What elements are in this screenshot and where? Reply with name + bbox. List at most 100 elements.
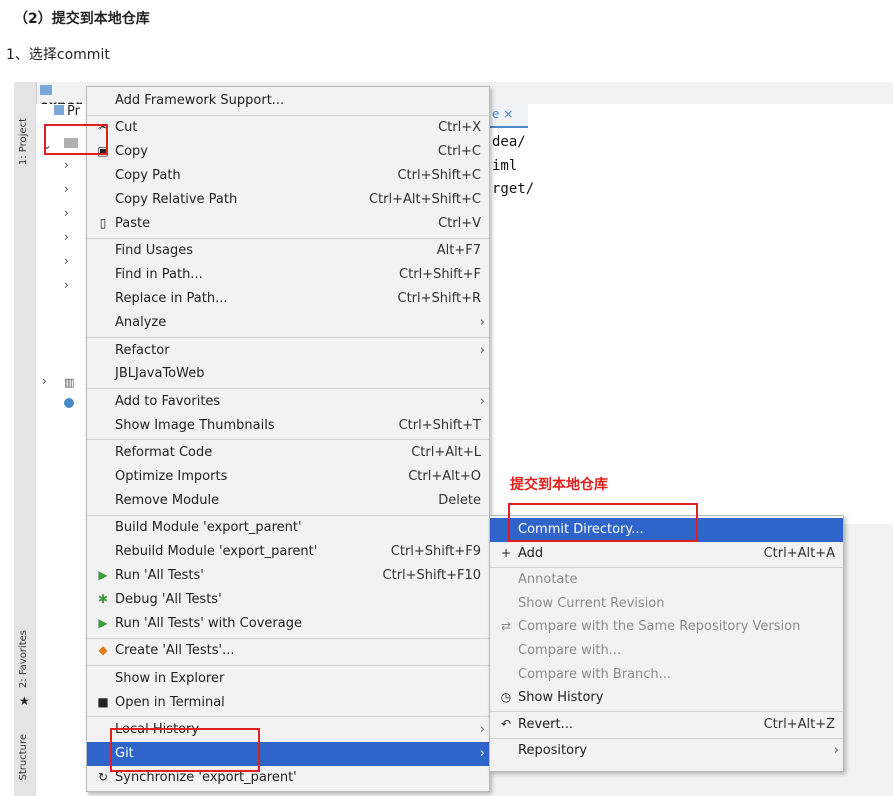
structure-tool-tab[interactable]: Structure bbox=[18, 734, 29, 781]
chevron-right-icon[interactable]: › bbox=[64, 182, 69, 196]
menu-item-label: Compare with Branch... bbox=[518, 666, 672, 682]
menu-item-shortcut: Ctrl+Alt+A bbox=[763, 545, 835, 561]
menu-item-shortcut: Ctrl+Shift+T bbox=[398, 417, 481, 433]
menu-item-label: Open in Terminal bbox=[115, 694, 225, 710]
menu-item-shortcut: Alt+F7 bbox=[436, 243, 481, 259]
menu-item-cut[interactable]: ✂ Cut Ctrl+X bbox=[87, 116, 489, 140]
tree-header: Pr bbox=[54, 104, 80, 119]
menu-item-label: Compare with the Same Repository Version bbox=[518, 619, 801, 635]
project-tool-tab[interactable]: 1: Project bbox=[18, 118, 29, 165]
favorites-tool-tab[interactable]: 2: Favorites bbox=[18, 630, 29, 688]
menu-item-add[interactable]: + Add Ctrl+Alt+A bbox=[490, 542, 843, 566]
run-icon: ▶ bbox=[98, 568, 108, 583]
chevron-right-icon: › bbox=[479, 722, 485, 737]
menu-item-label: Copy bbox=[115, 144, 148, 160]
menu-item-run-all-tests[interactable]: ▶ Run 'All Tests' Ctrl+Shift+F10 bbox=[87, 564, 489, 588]
context-menu: Add Framework Support... ✂ Cut Ctrl+X ▣ Copy C… bbox=[86, 86, 490, 792]
scratch-icon bbox=[64, 398, 74, 408]
menu-item-shortcut: Delete bbox=[438, 492, 481, 508]
menu-item-remove-module[interactable]: Remove Module Delete bbox=[87, 489, 489, 513]
terminal-icon: ■ bbox=[97, 694, 109, 709]
chevron-right-icon[interactable]: › bbox=[42, 374, 47, 388]
menu-item-create-all-tests[interactable]: ◆ Create 'All Tests'... bbox=[87, 639, 489, 663]
menu-item-shortcut: Ctrl+C bbox=[437, 144, 481, 160]
menu-item-shortcut: Ctrl+Shift+C bbox=[397, 168, 481, 184]
menu-item-compare-with-branch[interactable]: Compare with Branch... bbox=[490, 663, 843, 687]
menu-item-shortcut: Ctrl+X bbox=[438, 120, 481, 136]
chevron-right-icon: › bbox=[479, 315, 485, 331]
menu-item-label: Create 'All Tests'... bbox=[115, 643, 235, 659]
menu-item-shortcut: Ctrl+Alt+L bbox=[411, 445, 481, 461]
menu-item-label: Refactor bbox=[115, 342, 170, 358]
menu-item-add-to-favorites[interactable]: Add to Favorites › bbox=[87, 390, 489, 414]
project-tree: Pr ⌄ › › › › › › › ▥ bbox=[36, 104, 88, 796]
menu-item-add-framework-support[interactable]: Add Framework Support... bbox=[87, 89, 489, 113]
menu-item-label: Paste bbox=[115, 216, 151, 231]
highlight-box-git bbox=[110, 728, 260, 772]
menu-item-label: Replace in Path... bbox=[115, 291, 228, 307]
menu-item-build-module-export-parent[interactable]: Build Module 'export_parent' bbox=[87, 516, 489, 540]
menu-item-show-history[interactable]: ◷ Show History bbox=[490, 686, 843, 710]
menu-item-copy[interactable]: ▣ Copy Ctrl+C bbox=[87, 140, 489, 164]
menu-item-revert[interactable]: ↶ Revert... Ctrl+Alt+Z bbox=[490, 713, 843, 737]
menu-item-shortcut: Ctrl+Shift+F10 bbox=[382, 568, 481, 584]
menu-item-analyze[interactable]: Analyze › bbox=[87, 311, 489, 335]
menu-item-label: Find in Path... bbox=[115, 267, 203, 283]
editor-area[interactable] bbox=[488, 104, 893, 524]
menu-item-shortcut: Ctrl+Shift+F9 bbox=[390, 544, 481, 560]
menu-item-reformat-code[interactable]: Reformat Code Ctrl+Alt+L bbox=[87, 441, 489, 465]
editor-line: iml bbox=[492, 158, 518, 174]
chevron-right-icon[interactable]: › bbox=[64, 206, 69, 220]
doc-step: 1、选择commit bbox=[6, 47, 110, 63]
chevron-right-icon[interactable]: › bbox=[64, 230, 69, 244]
menu-item-run-all-tests-with-coverage[interactable]: ▶ Run 'All Tests' with Coverage bbox=[87, 612, 489, 636]
menu-item-repository[interactable]: Repository › bbox=[490, 739, 843, 763]
menu-item-show-image-thumbnails[interactable]: Show Image Thumbnails Ctrl+Shift+T bbox=[87, 414, 489, 438]
menu-item-rebuild-module-export-parent[interactable]: Rebuild Module 'export_parent' Ctrl+Shift… bbox=[87, 540, 489, 564]
menu-item-debug-all-tests[interactable]: ✱ Debug 'All Tests' bbox=[87, 588, 489, 612]
menu-item-open-in-terminal[interactable]: ■ Open in Terminal bbox=[87, 691, 489, 715]
star-icon: ★ bbox=[19, 694, 30, 708]
menu-item-label: Show History bbox=[518, 690, 604, 706]
library-icon: ▥ bbox=[64, 376, 75, 389]
chevron-right-icon[interactable]: › bbox=[64, 158, 69, 172]
editor-line: rget/ bbox=[492, 181, 535, 197]
menu-item-optimize-imports[interactable]: Optimize Imports Ctrl+Alt+O bbox=[87, 465, 489, 489]
menu-item-label: JBLJavaToWeb bbox=[115, 366, 205, 382]
debug-icon: ✱ bbox=[97, 592, 109, 606]
chevron-right-icon[interactable]: › bbox=[64, 254, 69, 268]
editor-tab[interactable]: e × bbox=[488, 104, 528, 128]
menu-item-compare-with[interactable]: Compare with... bbox=[490, 639, 843, 663]
menu-item-find-in-path[interactable]: Find in Path... Ctrl+Shift+F bbox=[87, 263, 489, 287]
menu-item-shortcut: Ctrl+Alt+Shift+C bbox=[368, 192, 481, 208]
menu-item-label: Add bbox=[518, 545, 544, 561]
menu-item-label: Remove Module bbox=[115, 492, 220, 508]
menu-item-show-current-revision[interactable]: Show Current Revision bbox=[490, 592, 843, 616]
menu-item-paste[interactable]: ▯ Paste Ctrl+V bbox=[87, 212, 489, 236]
highlight-box-project bbox=[44, 124, 108, 155]
menu-item-label: Reformat Code bbox=[115, 445, 213, 461]
menu-item-find-usages[interactable]: Find Usages Alt+F7 bbox=[87, 239, 489, 263]
history-icon: ◷ bbox=[500, 690, 512, 705]
menu-item-shortcut: Ctrl+Shift+R bbox=[397, 291, 482, 307]
menu-item-annotate[interactable]: Annotate bbox=[490, 568, 843, 592]
menu-item-refactor[interactable]: Refactor › bbox=[87, 339, 489, 363]
left-tool-strip: 1: Project 2: Favorites ★ Structure bbox=[14, 82, 37, 796]
menu-item-copy-relative-path[interactable]: Copy Relative Path Ctrl+Alt+Shift+C bbox=[87, 188, 489, 212]
menu-item-copy-path[interactable]: Copy Path Ctrl+Shift+C bbox=[87, 164, 489, 188]
chevron-right-icon[interactable]: › bbox=[64, 278, 69, 292]
sync-icon: ↻ bbox=[97, 769, 109, 784]
menu-item-label: Revert... bbox=[518, 716, 573, 732]
menu-item-show-in-explorer[interactable]: Show in Explorer bbox=[87, 667, 489, 691]
menu-item-shortcut: Ctrl+V bbox=[438, 216, 481, 231]
menu-item-replace-in-path[interactable]: Replace in Path... Ctrl+Shift+R bbox=[87, 287, 489, 311]
menu-item-shortcut: Ctrl+Alt+O bbox=[408, 469, 481, 484]
create-test-icon: ◆ bbox=[98, 643, 108, 658]
chevron-right-icon: › bbox=[479, 342, 485, 358]
revert-icon: ↶ bbox=[500, 716, 512, 731]
menu-item-label: Annotate bbox=[518, 572, 578, 588]
chevron-right-icon: › bbox=[479, 393, 485, 409]
menu-item-jbljavatoweb[interactable]: JBLJavaToWeb bbox=[87, 362, 489, 386]
menu-item-compare-with-the-same-repository-version[interactable]: ⇄ Compare with the Same Repository Versio… bbox=[490, 615, 843, 639]
plus-icon: + bbox=[500, 545, 512, 560]
